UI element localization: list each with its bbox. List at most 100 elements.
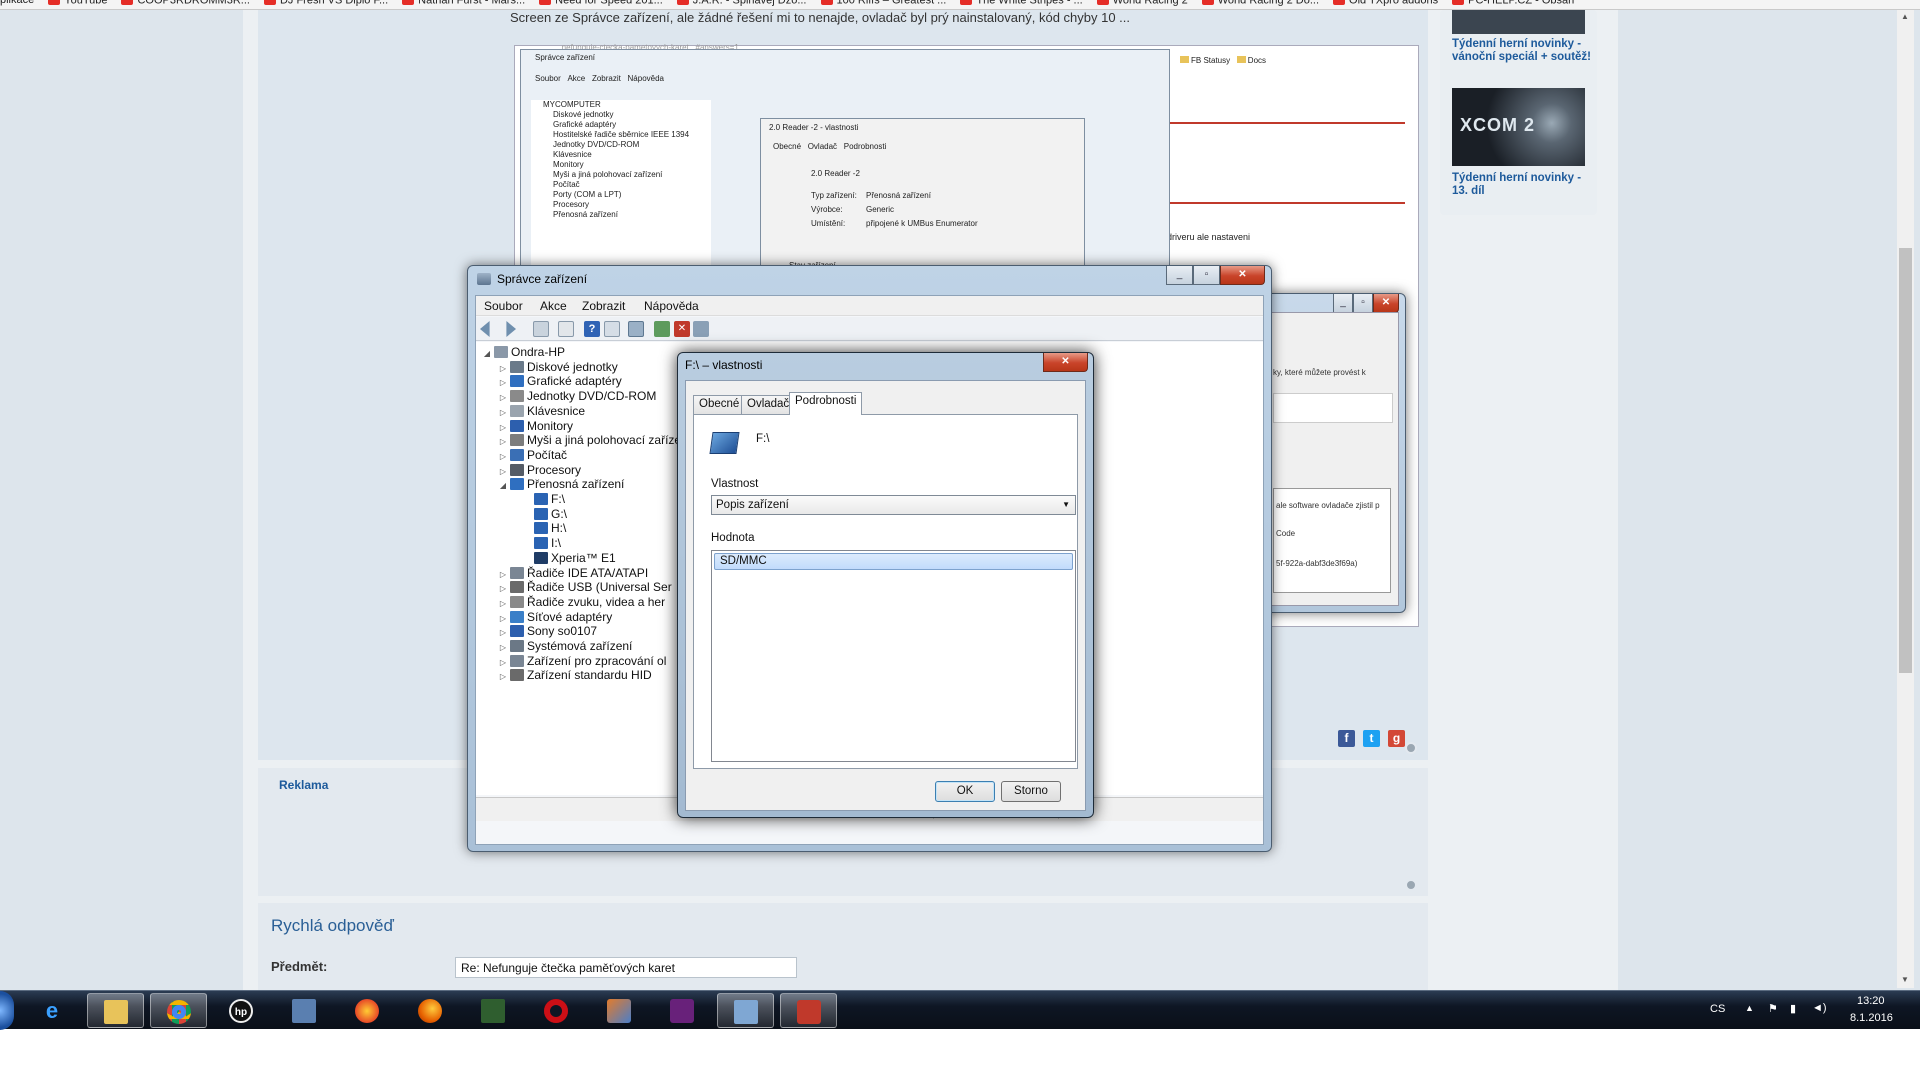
value-listbox[interactable]: SD/MMC — [711, 550, 1076, 762]
expand-icon[interactable]: ▷ — [498, 669, 508, 685]
terminal-app-icon[interactable] — [465, 993, 522, 1028]
tree-category-item[interactable]: ▷ Grafické adaptéry — [498, 373, 622, 389]
close-button[interactable]: ✕ — [1043, 353, 1088, 372]
forward-icon[interactable] — [506, 321, 516, 337]
internet-explorer-icon[interactable]: e — [24, 993, 81, 1028]
tree-category-item[interactable]: ▷ Jednotky DVD/CD-ROM — [498, 388, 656, 404]
tree-category-item[interactable]: ▷ Zařízení pro zpracování ol — [498, 653, 666, 669]
collapse-icon[interactable]: ◢ — [482, 346, 492, 362]
subject-input[interactable]: Re: Nefunguje čtečka paměťových karet — [455, 957, 797, 978]
tree-category-item[interactable]: ▷ Diskové jednotky — [498, 359, 618, 375]
bookmark-item[interactable]: plikace — [0, 0, 34, 6]
maximize-button[interactable]: ▫ — [1353, 294, 1373, 313]
news-thumbnail[interactable]: XCOM 2 — [1452, 88, 1585, 166]
tree-device-item[interactable]: Xperia™ E1 — [522, 550, 616, 566]
bookmark-item[interactable]: Need for Speed 201... — [539, 0, 663, 6]
uninstall-icon[interactable]: ✕ — [674, 321, 690, 337]
visual-studio-icon[interactable] — [654, 993, 711, 1028]
show-hidden-icons[interactable]: ▲ — [1745, 1003, 1754, 1013]
tab-driver[interactable]: Ovladač — [741, 395, 796, 414]
tree-category-item[interactable]: ▷ Zařízení standardu HID — [498, 667, 652, 683]
settings-icon[interactable] — [1405, 742, 1417, 754]
bookmark-item[interactable]: J.A.R. - Spinavej Dzo... — [676, 0, 807, 6]
network-app-icon[interactable] — [276, 993, 333, 1028]
menu-action[interactable]: Akce — [540, 299, 567, 313]
chrome-icon[interactable] — [150, 993, 207, 1028]
action-center-icon[interactable]: ⚑ — [1768, 1002, 1778, 1015]
bookmark-item[interactable]: 100 Riffs – Greatest ... — [820, 0, 946, 6]
twitter-icon[interactable]: t — [1363, 730, 1380, 747]
scroll-up-icon[interactable]: ▲ — [1901, 12, 1909, 21]
tree-device-item[interactable]: F:\ — [522, 491, 565, 507]
settings-icon[interactable] — [1405, 879, 1417, 891]
bookmark-item[interactable]: COOP3RDROMM3R... — [121, 0, 250, 6]
close-button[interactable]: ✕ — [1220, 266, 1265, 285]
tree-category-item[interactable]: ▷ Počítač — [498, 447, 567, 463]
bookmark-item[interactable]: YouTube — [48, 0, 107, 6]
opera-icon[interactable] — [528, 993, 585, 1028]
network-icon[interactable]: ▮ — [1790, 1002, 1796, 1015]
tree-root[interactable]: ◢ Ondra-HP — [482, 344, 565, 360]
tree-category-item[interactable]: ▷ Klávesnice — [498, 403, 585, 419]
tree-category-item[interactable]: ▷ Sony so0107 — [498, 623, 597, 639]
properties-icon[interactable] — [558, 321, 574, 337]
start-button[interactable] — [0, 991, 14, 1030]
bookmark-item[interactable]: World Racing 2 — [1096, 0, 1188, 6]
firefox-icon[interactable] — [402, 993, 459, 1028]
up-icon[interactable] — [533, 321, 549, 337]
bookmark-item[interactable]: The White Stripes - ... — [960, 0, 1083, 6]
tree-device-item[interactable]: G:\ — [522, 506, 567, 522]
facebook-icon[interactable]: f — [1338, 730, 1355, 747]
news-thumbnail[interactable] — [1452, 10, 1585, 34]
property-dropdown[interactable]: Popis zařízení ▼ — [711, 495, 1076, 515]
hp-icon[interactable]: hp — [213, 993, 270, 1028]
collapse-icon[interactable]: ◢ — [498, 478, 508, 494]
minimize-button[interactable]: _ — [1333, 294, 1353, 313]
pen-app-icon[interactable] — [591, 993, 648, 1028]
bookmark-item[interactable]: Old TXpro addons — [1333, 0, 1438, 6]
bookmark-item[interactable]: PC-HELP.CZ - Obsah — [1452, 0, 1574, 6]
tree-device-item[interactable]: I:\ — [522, 535, 561, 551]
disable-icon[interactable] — [693, 321, 709, 337]
language-indicator[interactable]: CS — [1710, 1003, 1725, 1015]
bookmark-item[interactable]: World Racing 2 Do... — [1201, 0, 1319, 6]
news-link[interactable]: Týdenní herní novinky - 13. díl — [1452, 172, 1592, 198]
cancel-button[interactable]: Storno — [1001, 781, 1061, 802]
menu-file[interactable]: Soubor — [484, 299, 523, 313]
tab-details[interactable]: Podrobnosti — [789, 392, 863, 415]
tree-category-item[interactable]: ▷ Řadiče USB (Universal Ser — [498, 579, 672, 595]
tree-category-item[interactable]: ▷ Myši a jiná polohovací zařízení — [498, 432, 691, 448]
tree-category-item[interactable]: ▷ Monitory — [498, 418, 573, 434]
tree-device-item[interactable]: H:\ — [522, 520, 566, 536]
tab-general[interactable]: Obecné — [693, 395, 746, 414]
tree-category-item[interactable]: ▷ Síťové adaptéry — [498, 609, 612, 625]
view-icon[interactable] — [604, 321, 620, 337]
scroll-down-icon[interactable]: ▼ — [1901, 975, 1909, 984]
tree-category-item[interactable]: ▷ Systémová zařízení — [498, 638, 632, 654]
scan-hardware-icon[interactable] — [628, 321, 644, 337]
back-icon[interactable] — [480, 321, 490, 337]
news-link[interactable]: Týdenní herní novinky - vánoční speciál … — [1452, 38, 1592, 64]
game-app-icon[interactable] — [339, 993, 396, 1028]
minimize-button[interactable]: _ — [1166, 266, 1193, 285]
bookmark-item[interactable]: DJ Fresh VS Diplo F... — [263, 0, 388, 6]
file-explorer-icon[interactable] — [87, 993, 144, 1028]
update-driver-icon[interactable] — [654, 321, 670, 337]
ok-button[interactable]: OK — [935, 781, 995, 802]
page-scrollbar[interactable]: ▲ ▼ — [1897, 10, 1914, 988]
volume-icon[interactable]: ◄) — [1812, 1002, 1827, 1014]
menu-view[interactable]: Zobrazit — [582, 299, 625, 313]
maximize-button[interactable]: ▫ — [1193, 266, 1220, 285]
close-button[interactable]: ✕ — [1373, 294, 1399, 313]
tree-category-item[interactable]: ▷ Procesory — [498, 462, 581, 478]
menu-help[interactable]: Nápověda — [644, 299, 699, 313]
value-item[interactable]: SD/MMC — [714, 553, 1073, 570]
tree-category-item[interactable]: ▷ Řadiče zvuku, videa a her — [498, 594, 665, 610]
tree-category-item[interactable]: ▷ Řadiče IDE ATA/ATAPI — [498, 565, 648, 581]
toolbox-app-icon[interactable] — [780, 993, 837, 1028]
bookmark-item[interactable]: Nathan Furst - Mars... — [402, 0, 525, 6]
clock-time[interactable]: 13:20 — [1857, 995, 1885, 1007]
device-manager-task-icon[interactable] — [717, 993, 774, 1028]
scrollbar-thumb[interactable] — [1899, 248, 1912, 673]
clock-date[interactable]: 8.1.2016 — [1850, 1012, 1893, 1024]
